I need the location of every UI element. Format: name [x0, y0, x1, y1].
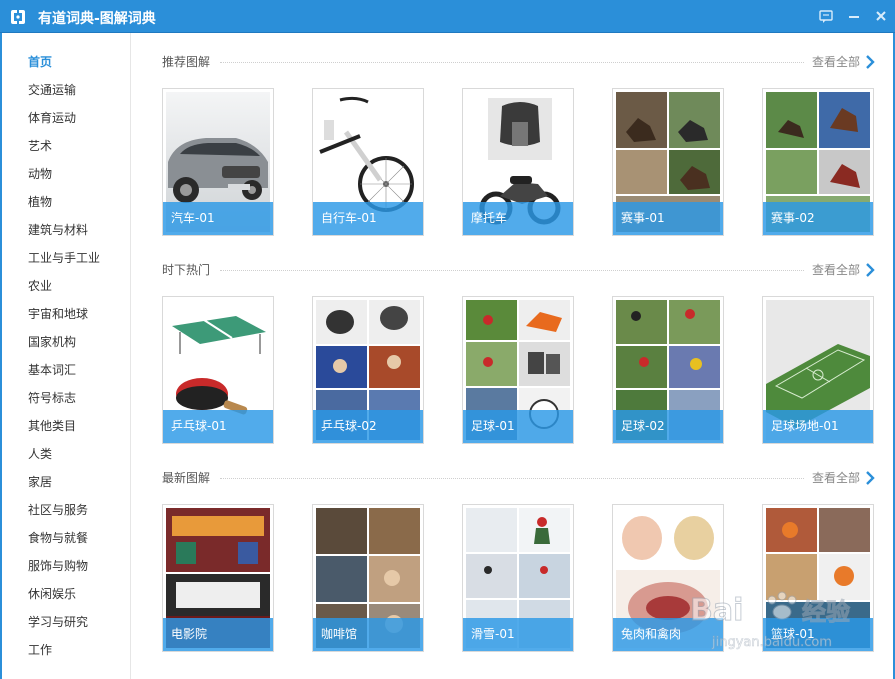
card-caption: 乒乓球-02 [313, 410, 423, 443]
card-table-tennis-01[interactable]: 乒乓球-01 [162, 296, 274, 444]
watermark-brand: Bai [690, 593, 743, 628]
section-title: 时下热门 [162, 263, 211, 277]
card-label: 赛事-01 [621, 211, 665, 225]
window-title: 有道词典-图解词典 [38, 11, 156, 27]
card-label: 电影院 [171, 627, 208, 641]
sidebar-item-architecture[interactable]: 建筑与材料 [28, 220, 88, 240]
card-label: 兔肉和禽肉 [621, 627, 682, 641]
sidebar-item-humans[interactable]: 人类 [28, 444, 52, 464]
card-caption: 足球-02 [613, 410, 723, 443]
card-label: 汽车-01 [171, 211, 215, 225]
card-motorcycle[interactable]: 摩托车 [462, 88, 574, 236]
card-label: 自行车-01 [321, 211, 377, 225]
card-caption: 足球-01 [463, 410, 573, 443]
card-caption: 滑雪-01 [463, 618, 573, 651]
card-label: 滑雪-01 [471, 627, 515, 641]
view-all-link[interactable]: 查看全部 [812, 469, 860, 487]
sidebar-item-basic-vocab[interactable]: 基本词汇 [28, 360, 76, 380]
section-header-recommended: 推荐图解 查看全部 [162, 53, 876, 71]
card-event-01[interactable]: 赛事-01 [612, 88, 724, 236]
card-caption: 摩托车 [463, 202, 573, 235]
sidebar-item-animals[interactable]: 动物 [28, 164, 52, 184]
chevron-right-icon[interactable] [864, 262, 876, 278]
sidebar-item-clothing[interactable]: 服饰与购物 [28, 556, 88, 576]
section-divider [220, 478, 804, 479]
card-skiing-01[interactable]: 滑雪-01 [462, 504, 574, 652]
sidebar-item-work[interactable]: 工作 [28, 640, 52, 660]
card-football-01[interactable]: 足球-01 [462, 296, 574, 444]
sidebar-item-home[interactable]: 首页 [28, 52, 52, 72]
section-header-trending: 时下热门 查看全部 [162, 261, 876, 279]
sidebar-item-plants[interactable]: 植物 [28, 192, 52, 212]
card-caption: 足球场地-01 [763, 410, 873, 443]
card-table-tennis-02[interactable]: 乒乓球-02 [312, 296, 424, 444]
baidu-jingyan-watermark: Bai 经验 jingyan.baidu.com [690, 591, 851, 650]
card-caption: 汽车-01 [163, 202, 273, 235]
card-label: 足球场地-01 [771, 419, 839, 433]
card-label: 赛事-02 [771, 211, 815, 225]
youdao-logo-icon [11, 10, 25, 24]
watermark-url: jingyan.baidu.com [711, 635, 832, 650]
watermark-brand-suffix: 经验 [802, 598, 850, 626]
card-cafe[interactable]: 咖啡馆 [312, 504, 424, 652]
card-label: 摩托车 [471, 211, 508, 225]
card-bicycle[interactable]: 自行车-01 [312, 88, 424, 236]
card-caption: 赛事-02 [763, 202, 873, 235]
card-football-field-01[interactable]: 足球场地-01 [762, 296, 874, 444]
category-sidebar: 首页 交通运输 体育运动 艺术 动物 植物 建筑与材料 工业与手工业 农业 宇宙… [2, 33, 131, 679]
section-title: 推荐图解 [162, 55, 211, 69]
view-all-link[interactable]: 查看全部 [812, 53, 860, 71]
sidebar-item-food[interactable]: 食物与就餐 [28, 528, 88, 548]
sidebar-item-industry[interactable]: 工业与手工业 [28, 248, 100, 268]
close-icon[interactable] [872, 7, 890, 25]
card-caption: 自行车-01 [313, 202, 423, 235]
card-label: 乒乓球-02 [321, 419, 377, 433]
feedback-icon[interactable] [817, 7, 835, 25]
section-divider [220, 62, 804, 63]
sidebar-item-symbols[interactable]: 符号标志 [28, 388, 76, 408]
sidebar-item-other[interactable]: 其他类目 [28, 416, 76, 436]
card-football-02[interactable]: 足球-02 [612, 296, 724, 444]
minimize-icon[interactable] [845, 7, 863, 25]
section-title: 最新图解 [162, 471, 211, 485]
sidebar-item-leisure[interactable]: 休闲娱乐 [28, 584, 76, 604]
view-all-link[interactable]: 查看全部 [812, 261, 860, 279]
card-event-02[interactable]: 赛事-02 [762, 88, 874, 236]
sidebar-item-universe[interactable]: 宇宙和地球 [28, 304, 88, 324]
title-bar: 有道词典-图解词典 [0, 0, 895, 33]
card-caption: 电影院 [163, 618, 273, 651]
card-label: 乒乓球-01 [171, 419, 227, 433]
section-header-latest: 最新图解 查看全部 [162, 469, 876, 487]
card-car[interactable]: 汽车-01 [162, 88, 274, 236]
sidebar-item-community[interactable]: 社区与服务 [28, 500, 88, 520]
card-cinema[interactable]: 电影院 [162, 504, 274, 652]
chevron-right-icon[interactable] [864, 470, 876, 486]
card-label: 足球-02 [621, 419, 665, 433]
sidebar-item-home-living[interactable]: 家居 [28, 472, 52, 492]
sidebar-item-government[interactable]: 国家机构 [28, 332, 76, 352]
card-caption: 乒乓球-01 [163, 410, 273, 443]
sidebar-item-transport[interactable]: 交通运输 [28, 80, 76, 100]
card-label: 咖啡馆 [321, 627, 358, 641]
card-caption: 赛事-01 [613, 202, 723, 235]
sidebar-item-art[interactable]: 艺术 [28, 136, 52, 156]
paw-icon [767, 591, 797, 620]
sidebar-item-study[interactable]: 学习与研究 [28, 612, 88, 632]
section-divider [220, 270, 804, 271]
sidebar-item-sports[interactable]: 体育运动 [28, 108, 76, 128]
chevron-right-icon[interactable] [864, 54, 876, 70]
card-caption: 咖啡馆 [313, 618, 423, 651]
sidebar-item-agriculture[interactable]: 农业 [28, 276, 52, 296]
card-label: 足球-01 [471, 419, 515, 433]
